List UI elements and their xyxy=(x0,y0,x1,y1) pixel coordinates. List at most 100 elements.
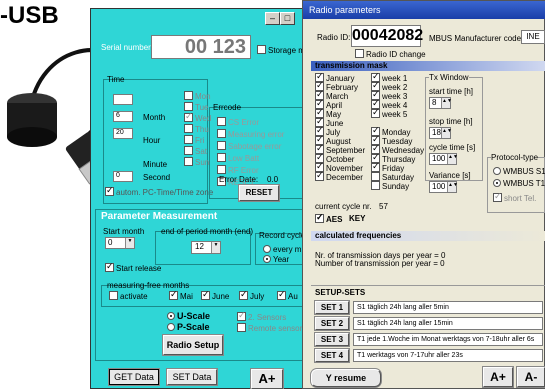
free-month-checkbox[interactable] xyxy=(239,289,248,300)
storage-mode-checkbox[interactable] xyxy=(257,45,266,54)
radio-a-minus-button[interactable]: A- xyxy=(517,367,545,387)
weekday-checkbox[interactable] xyxy=(184,157,193,166)
start-release-checkbox[interactable] xyxy=(105,261,114,272)
short-tel[interactable]: short Tel. xyxy=(493,191,536,203)
get-data-button[interactable]: GET Data xyxy=(109,369,159,385)
remote-sensor-checkbox[interactable] xyxy=(237,323,246,332)
set-3-button[interactable]: SET 3 xyxy=(315,333,349,346)
maximize-button[interactable]: □ xyxy=(280,12,295,25)
record-year-option[interactable]: Year xyxy=(263,255,289,264)
free-month-label: Au xyxy=(288,292,298,301)
aes-option[interactable]: AES xyxy=(315,212,342,224)
error-checkbox[interactable] xyxy=(217,165,226,174)
activate[interactable]: activate xyxy=(109,291,148,301)
tx-month[interactable]: December xyxy=(315,170,363,182)
serial-field: 00 123 xyxy=(151,35,251,59)
weekday-fri[interactable]: Fri xyxy=(184,135,204,145)
tx-day[interactable]: Sunday xyxy=(371,181,409,191)
tx-day-checkbox[interactable] xyxy=(371,181,380,190)
mbus-field[interactable]: INE xyxy=(521,30,545,44)
sensors2-checkbox[interactable] xyxy=(237,310,246,321)
weekday-checkbox[interactable] xyxy=(184,146,193,155)
cycle-time-field[interactable]: 100 ▲▼ xyxy=(429,153,458,165)
start-month-select[interactable]: 0 ▼ xyxy=(105,237,135,249)
weekday-checkbox[interactable] xyxy=(184,135,193,144)
minimize-button[interactable]: – xyxy=(265,12,280,25)
wmbus-s1-option[interactable]: WMBUS S1 xyxy=(493,167,545,176)
record-every-option[interactable]: every m xyxy=(263,245,301,254)
set-4-button[interactable]: SET 4 xyxy=(315,349,349,362)
set-1-button[interactable]: SET 1 xyxy=(315,301,349,314)
reset-button[interactable]: RESET xyxy=(239,185,279,201)
tx-day-checkbox[interactable] xyxy=(371,161,380,172)
error-item[interactable]: CS Error xyxy=(217,117,259,127)
error-item[interactable]: Measuring error xyxy=(217,129,284,139)
free-month-checkbox[interactable] xyxy=(201,289,210,300)
month-field[interactable]: 6 xyxy=(113,111,133,122)
record-year-radio[interactable] xyxy=(263,255,271,263)
weekday-wed[interactable]: Wed xyxy=(184,111,211,123)
tx-week-checkbox[interactable] xyxy=(371,107,380,118)
set-2-text: S1 täglich 24h lang aller 15min xyxy=(353,317,543,330)
weekday-checkbox[interactable] xyxy=(184,124,193,133)
radio-setup-button[interactable]: Radio Setup xyxy=(163,335,223,355)
radio-id-change-checkbox[interactable] xyxy=(355,49,364,58)
weekday-label: Thu xyxy=(195,125,209,134)
autom-time-checkbox[interactable] xyxy=(105,185,114,196)
p-scale-option[interactable]: P-Scale xyxy=(167,322,210,332)
set-2-button[interactable]: SET 2 xyxy=(315,317,349,330)
tx-day-checkbox[interactable] xyxy=(371,172,380,181)
end-period-select[interactable]: 12 ▼ xyxy=(191,241,221,254)
stop-time-field[interactable]: 18 ▲▼ xyxy=(429,127,452,139)
wmbus-t1-option[interactable]: WMBUS T1 xyxy=(493,179,545,188)
u-scale-option[interactable]: U-Scale xyxy=(167,311,210,321)
free-month-june[interactable]: June xyxy=(201,289,229,301)
wmbus-t1-radio[interactable] xyxy=(493,179,501,187)
free-month-mai[interactable]: Mai xyxy=(169,289,193,301)
free-month-checkbox[interactable] xyxy=(169,289,178,300)
radio-id-change[interactable]: Radio ID change xyxy=(355,49,426,59)
resume-button[interactable]: Y resume xyxy=(311,369,381,387)
second-value: 0 xyxy=(116,172,120,179)
tx-month-checkbox[interactable] xyxy=(315,170,324,181)
serial-value: 00 123 xyxy=(184,36,246,58)
autom-time[interactable]: autom. PC-Time/Time zone xyxy=(105,185,213,197)
error-item[interactable]: Sabotage error xyxy=(217,141,281,151)
wmbus-s1-radio[interactable] xyxy=(493,167,501,175)
weekday-checkbox[interactable] xyxy=(184,102,193,111)
start-time-field[interactable]: 8 ▲▼ xyxy=(429,97,452,109)
aes-checkbox[interactable] xyxy=(315,212,324,223)
error-checkbox[interactable] xyxy=(217,129,226,138)
radio-a-plus-button[interactable]: A+ xyxy=(483,367,513,387)
weekday-mon[interactable]: Mon xyxy=(184,91,211,101)
error-item[interactable]: Low Batt xyxy=(217,153,259,163)
remote-sensor[interactable]: Remote sensor xyxy=(237,323,302,333)
activate-checkbox[interactable] xyxy=(109,291,118,300)
weekday-sun[interactable]: Sun xyxy=(184,157,209,167)
error-checkbox[interactable] xyxy=(217,141,226,150)
error-checkbox[interactable] xyxy=(217,117,226,126)
error-checkbox[interactable] xyxy=(217,153,226,162)
free-month-checkbox[interactable] xyxy=(277,289,286,300)
variance-field[interactable]: 100 ▲▼ xyxy=(429,181,458,193)
weekday-sat[interactable]: Sat xyxy=(184,146,207,156)
a-plus-button[interactable]: A+ xyxy=(251,369,283,389)
weekday-checkbox[interactable] xyxy=(184,111,193,122)
free-month-july[interactable]: July xyxy=(239,289,264,301)
start-release[interactable]: Start release xyxy=(105,261,161,273)
record-every-radio[interactable] xyxy=(263,245,271,253)
free-month-aug[interactable]: Au xyxy=(277,289,298,301)
tx-week[interactable]: week 5 xyxy=(371,107,407,119)
error-item[interactable]: RF Error xyxy=(217,165,259,175)
weekday-checkbox[interactable] xyxy=(184,91,193,100)
u-scale-radio[interactable] xyxy=(167,312,175,320)
start-time-value: 8 xyxy=(432,98,437,107)
year-field[interactable]: 20 xyxy=(113,128,133,139)
short-tel-checkbox[interactable] xyxy=(493,191,502,202)
weekday-thu[interactable]: Thu xyxy=(184,124,209,134)
time-field-1[interactable] xyxy=(113,94,133,105)
second-field[interactable]: 0 xyxy=(113,171,133,182)
set-data-button[interactable]: SET Data xyxy=(167,369,217,385)
p-scale-radio[interactable] xyxy=(167,323,175,331)
sensors2[interactable]: 2. Sensors xyxy=(237,310,286,322)
